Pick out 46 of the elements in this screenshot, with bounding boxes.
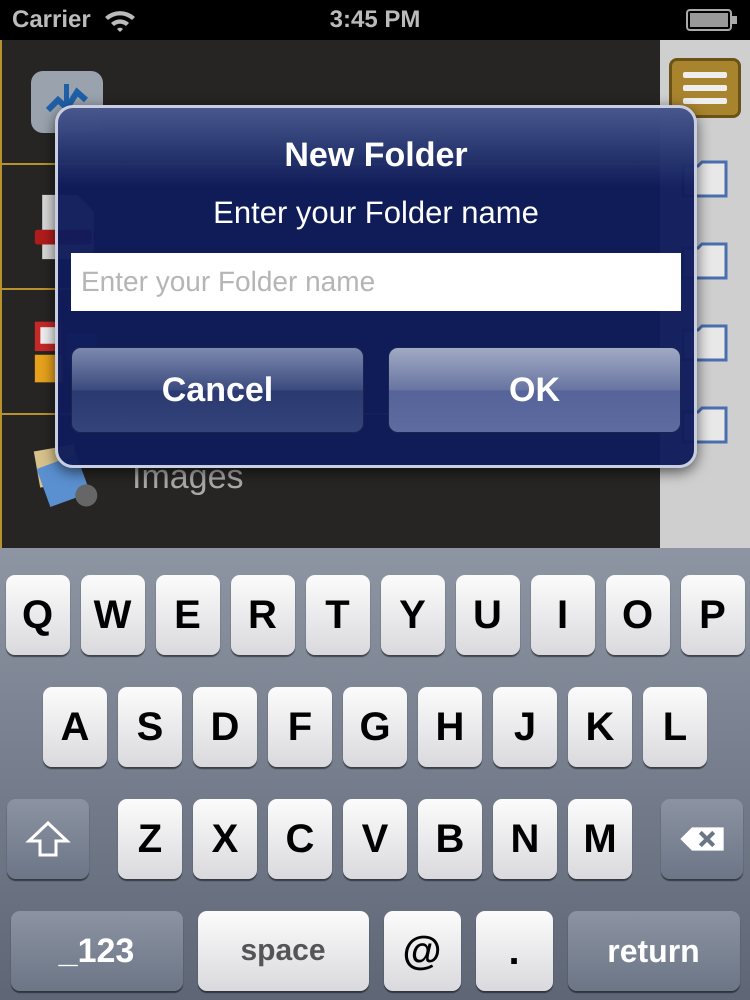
key[interactable]: B [418,799,482,879]
key[interactable]: . [476,911,552,991]
dialog-button[interactable]: OK [388,347,681,433]
key[interactable]: Z [118,799,182,879]
key[interactable]: K [568,687,632,767]
dialog-title: New Folder [284,136,468,175]
key[interactable]: M [568,799,632,879]
key[interactable]: G [343,687,407,767]
wifi-icon [102,8,137,32]
up-arrow-icon [23,819,73,859]
shift-key[interactable] [7,799,89,879]
key[interactable]: V [343,799,407,879]
key[interactable]: J [493,687,557,767]
return-key[interactable]: return [568,911,740,991]
key[interactable]: @ [384,911,460,991]
sidebar-item[interactable]: Images [132,458,244,497]
key[interactable]: N [493,799,557,879]
key[interactable]: D [193,687,257,767]
dialog-button[interactable]: Cancel [71,347,364,433]
key[interactable]: Y [380,575,444,655]
key[interactable]: L [643,687,707,767]
battery-icon [686,8,738,32]
menu-button[interactable] [669,58,741,118]
key[interactable]: Q [6,575,70,655]
menu-icon [683,70,727,106]
key[interactable]: E [156,575,220,655]
key[interactable]: R [230,575,294,655]
dialog-message: Enter your Folder name [213,195,539,231]
key[interactable]: T [306,575,370,655]
key[interactable]: W [80,575,144,655]
key[interactable]: P [680,575,744,655]
carrier-label: Carrier [12,6,91,34]
key[interactable]: O [606,575,670,655]
key[interactable]: U [456,575,520,655]
key[interactable]: H [418,687,482,767]
key[interactable]: C [268,799,332,879]
folder-name-field[interactable]: Enter your Folder name [71,253,681,311]
delete-key[interactable] [661,799,743,879]
key[interactable]: I [530,575,594,655]
status-time: 3:45 PM [330,6,420,34]
key[interactable]: X [193,799,257,879]
key[interactable]: S [118,687,182,767]
numbers-key[interactable]: _123 [10,911,182,991]
space-key[interactable]: space [198,911,368,991]
key[interactable]: F [268,687,332,767]
key[interactable]: A [43,687,107,767]
